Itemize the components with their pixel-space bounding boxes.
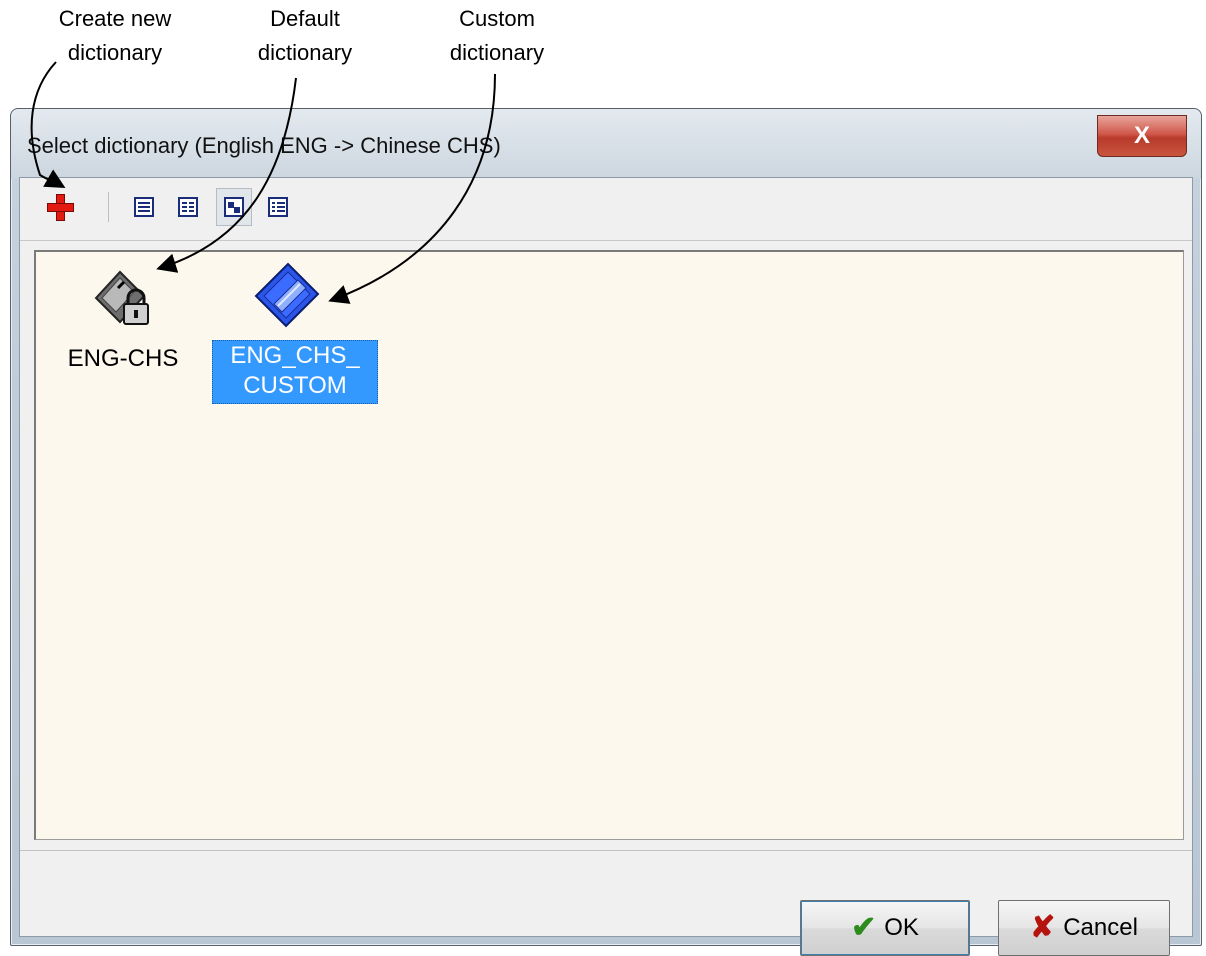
close-button[interactable]: X: [1097, 115, 1187, 157]
annotation-create-new: Create new dictionary: [40, 2, 190, 70]
annotation-line: dictionary: [449, 40, 545, 65]
view-list-button[interactable]: [126, 188, 162, 226]
annotation-line: dictionary: [257, 40, 353, 65]
list-item-eng-chs[interactable]: ENG-CHS: [48, 254, 198, 384]
annotation-custom: Custom dictionary: [432, 2, 562, 70]
new-dictionary-button[interactable]: [42, 188, 78, 226]
x-icon: ✘: [1030, 911, 1056, 944]
annotation-line: Create new: [58, 6, 172, 31]
dialog-client: ENG-CHS ENG_CHS_ CUSTOM ✔ OK ✘ Cancel: [19, 177, 1193, 956]
label-line: CUSTOM: [243, 372, 347, 399]
dictionary-label: ENG-CHS: [67, 345, 179, 372]
annotation-line: Custom: [459, 6, 535, 31]
annotation-line: Default: [270, 6, 340, 31]
close-icon: X: [1133, 122, 1150, 149]
custom-dictionary-icon: [254, 262, 320, 328]
list-item-eng-chs-custom[interactable]: ENG_CHS_ CUSTOM: [210, 254, 380, 404]
annotation-default: Default dictionary: [240, 2, 370, 70]
small-icons-view-icon: [268, 197, 288, 217]
locked-dictionary-icon: [94, 270, 149, 325]
toolbar: [20, 178, 1192, 241]
view-small-icons-button[interactable]: [260, 188, 296, 226]
large-icons-view-icon: [224, 197, 244, 217]
check-icon: ✔: [851, 911, 877, 944]
list-view-icon: [134, 197, 154, 217]
plus-icon: [47, 194, 74, 221]
select-dictionary-dialog: Select dictionary (English ENG -> Chines…: [10, 108, 1202, 956]
view-details-button[interactable]: [170, 188, 206, 226]
ok-label: OK: [884, 914, 919, 941]
label-line: ENG_CHS_: [230, 342, 360, 369]
footer-divider: [20, 850, 1192, 851]
cancel-label: Cancel: [1063, 914, 1138, 941]
view-large-icons-button[interactable]: [216, 188, 252, 226]
dictionary-list[interactable]: ENG-CHS ENG_CHS_ CUSTOM: [34, 250, 1184, 840]
annotation-line: dictionary: [67, 40, 163, 65]
toolbar-separator: [108, 192, 109, 222]
title-bar[interactable]: Select dictionary (English ENG -> Chines…: [11, 109, 1201, 179]
dictionary-label-selected: ENG_CHS_ CUSTOM: [212, 340, 378, 404]
details-view-icon: [178, 197, 198, 217]
window-title: Select dictionary (English ENG -> Chines…: [27, 133, 501, 158]
